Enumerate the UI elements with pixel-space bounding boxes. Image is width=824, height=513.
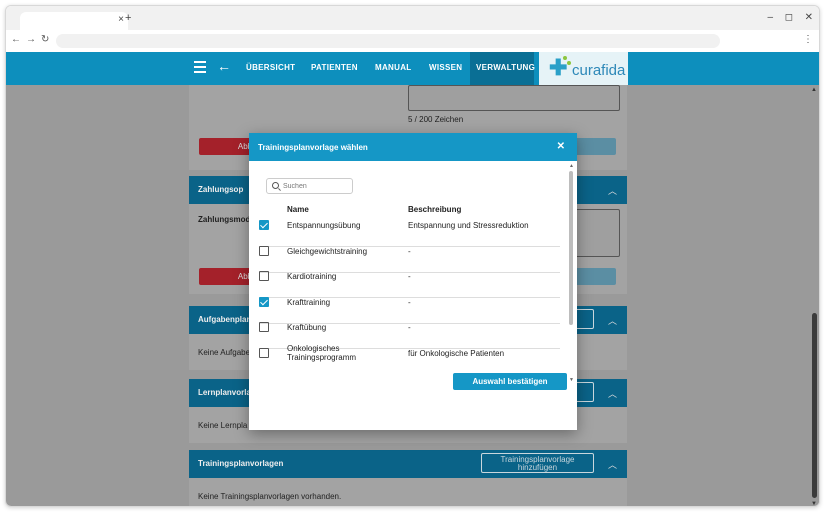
column-header-description[interactable]: Beschreibung	[408, 205, 461, 214]
nav-wissen[interactable]: WISSEN	[429, 63, 462, 72]
nav-verwaltung[interactable]: VERWALTUNG	[470, 52, 536, 85]
curafida-logo[interactable]: ✚ curafida	[539, 52, 628, 85]
scrollbar-thumb[interactable]	[812, 313, 817, 498]
table-row[interactable]: Entspannungsübung Entspannung und Stressr…	[259, 220, 560, 247]
search-input[interactable]	[283, 180, 349, 192]
column-header-name[interactable]: Name	[287, 205, 309, 214]
scroll-down-icon[interactable]: ▼	[811, 501, 817, 506]
page-viewport: ← ÜBERSICHT PATIENTEN MANUAL WISSEN VERW…	[6, 52, 819, 506]
nav-uebersicht[interactable]: ÜBERSICHT	[246, 63, 295, 72]
back-arrow-icon[interactable]: ←	[217, 58, 231, 74]
scroll-up-icon[interactable]: ▲	[569, 163, 574, 169]
row-description: -	[408, 247, 411, 256]
zahlung-field[interactable]	[575, 209, 620, 257]
row-checkbox[interactable]	[259, 322, 269, 332]
scroll-up-icon[interactable]: ▲	[811, 87, 817, 93]
template-table: Name Beschreibung Entspannungsübung Entsp…	[249, 196, 567, 374]
zahlung-label: Zahlungsmod	[198, 215, 251, 224]
select-template-dialog: Trainingsplanvorlage wählen ✕ Name Besch…	[249, 133, 577, 430]
nav-verwaltung-label: VERWALTUNG	[476, 63, 536, 72]
browser-window: × + – ◻ ✕ ← → ↻ ⋮ ← ÜBERSICHT PATIENTEN …	[5, 5, 820, 507]
empty-text: Keine Trainingsplanvorlagen vorhanden.	[198, 492, 342, 501]
new-tab-button[interactable]: +	[125, 12, 131, 24]
browser-tab[interactable]: ×	[20, 12, 128, 30]
row-description: -	[408, 298, 411, 307]
restore-icon[interactable]: ◻	[785, 12, 793, 23]
logo-cross-icon: ✚	[549, 55, 568, 80]
dialog-header: Trainingsplanvorlage wählen ✕	[249, 133, 577, 161]
row-name: Gleichgewichtstraining	[287, 247, 368, 256]
char-counter: 5 / 200 Zeichen	[408, 115, 464, 124]
row-description: Entspannung und Stressreduktion	[408, 221, 529, 230]
card-title: Trainingsplanvorlagen	[198, 459, 284, 468]
nav-manual[interactable]: MANUAL	[375, 63, 411, 72]
add-trainingsplanvorlage-button[interactable]: Trainingsplanvorlage hinzufügen	[481, 453, 594, 473]
card-trainingsplanvorlagen: Keine Trainingsplanvorlagen vorhanden.	[189, 478, 627, 506]
table-row[interactable]: Kardiotraining -	[259, 271, 560, 298]
dialog-title: Trainingsplanvorlage wählen	[258, 143, 368, 152]
table-row[interactable]: Onkologisches Trainingsprogramm für Onkol…	[259, 344, 560, 374]
row-name: Entspannungsübung	[287, 221, 361, 230]
page-scrollbar[interactable]: ▲ ▼	[810, 85, 819, 506]
table-row[interactable]: Gleichgewichtstraining -	[259, 246, 560, 273]
scroll-down-icon[interactable]: ▼	[569, 377, 574, 383]
row-checkbox[interactable]	[259, 220, 269, 230]
row-name: Kraftübung	[287, 323, 327, 332]
row-checkbox[interactable]	[259, 348, 269, 358]
row-description: für Onkologische Patienten	[408, 349, 505, 358]
address-bar[interactable]	[56, 34, 720, 48]
row-name: Krafttraining	[287, 298, 331, 307]
chevron-up-icon[interactable]: ︿	[608, 314, 617, 327]
row-checkbox[interactable]	[259, 297, 269, 307]
close-icon[interactable]: ✕	[557, 141, 565, 152]
browser-menu-icon[interactable]: ⋮	[803, 34, 813, 45]
tab-strip: × + – ◻ ✕	[6, 6, 819, 30]
row-description: -	[408, 323, 411, 332]
dialog-scrollbar[interactable]: ▲ ▼	[567, 161, 577, 383]
tab-close-icon[interactable]: ×	[118, 14, 124, 25]
empty-text: Keine Lernpla	[198, 421, 248, 430]
reload-icon[interactable]: ↻	[41, 34, 49, 45]
row-checkbox[interactable]	[259, 271, 269, 281]
window-close-icon[interactable]: ✕	[805, 12, 813, 23]
confirm-selection-button[interactable]: Auswahl bestätigen	[453, 373, 567, 390]
app-navbar: ← ÜBERSICHT PATIENTEN MANUAL WISSEN VERW…	[6, 52, 819, 85]
scrollbar-thumb[interactable]	[569, 171, 573, 325]
chevron-up-icon[interactable]: ︿	[608, 184, 617, 197]
browser-toolbar: ← → ↻ ⋮	[6, 30, 819, 52]
chevron-up-icon[interactable]: ︿	[608, 387, 617, 400]
card-title: Lernplanvorlag	[198, 388, 256, 397]
card-header-trainingsplanvorlagen[interactable]: Trainingsplanvorlagen Trainingsplanvorla…	[189, 450, 627, 478]
empty-text: Keine Aufgabe	[198, 348, 251, 357]
card-title: Aufgabenplan	[198, 315, 252, 324]
table-row[interactable]: Krafttraining -	[259, 297, 560, 324]
row-description: -	[408, 272, 411, 281]
hamburger-menu-icon[interactable]	[194, 61, 206, 73]
card-title: Zahlungsop	[198, 185, 244, 194]
chevron-up-icon[interactable]: ︿	[608, 458, 617, 471]
minimize-icon[interactable]: –	[767, 12, 773, 23]
search-field[interactable]	[266, 178, 353, 194]
row-name: Onkologisches Trainingsprogramm	[287, 344, 357, 362]
logo-text: curafida	[572, 62, 626, 79]
row-name: Kardiotraining	[287, 272, 337, 281]
description-textarea[interactable]	[408, 85, 620, 111]
forward-arrow-icon[interactable]: →	[26, 34, 36, 45]
nav-patienten[interactable]: PATIENTEN	[311, 63, 358, 72]
back-arrow-icon[interactable]: ←	[11, 34, 21, 45]
row-checkbox[interactable]	[259, 246, 269, 256]
search-icon	[272, 182, 279, 189]
